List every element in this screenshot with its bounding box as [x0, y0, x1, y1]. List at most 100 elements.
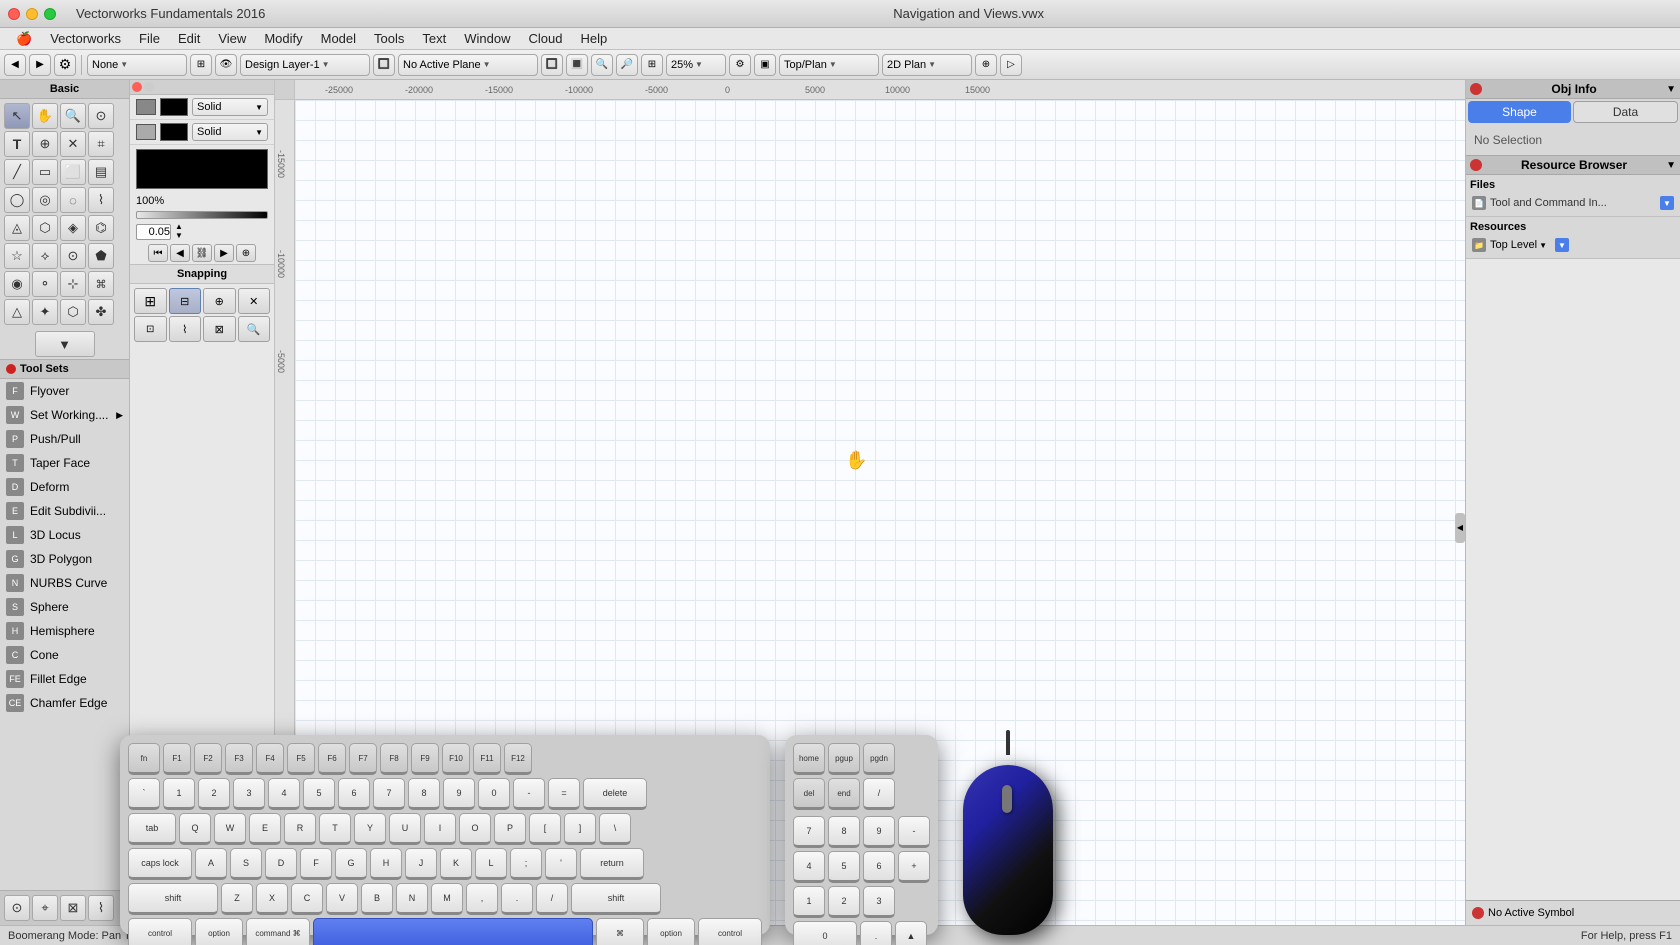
bottom-tool1[interactable]: ⊙: [4, 895, 30, 921]
fill-color[interactable]: [160, 98, 188, 116]
menu-edit[interactable]: Edit: [170, 29, 208, 48]
layer-vis-button[interactable]: 👁: [215, 54, 237, 76]
menu-tools[interactable]: Tools: [366, 29, 412, 48]
toolset-flyover[interactable]: F Flyover: [0, 379, 129, 403]
key-7[interactable]: 7: [373, 778, 405, 810]
np-slash[interactable]: /: [863, 778, 895, 810]
key-rbracket[interactable]: ]: [564, 813, 596, 845]
key-lctrl[interactable]: control: [128, 918, 192, 945]
arc-tool[interactable]: ◌: [60, 187, 86, 213]
menu-window[interactable]: Window: [456, 29, 518, 48]
more-tool2[interactable]: ✦: [32, 299, 58, 325]
pan-tool[interactable]: ✋: [32, 103, 58, 129]
key-backtick[interactable]: `: [128, 778, 160, 810]
key-n[interactable]: N: [396, 883, 428, 915]
key-8[interactable]: 8: [408, 778, 440, 810]
selection-tool[interactable]: ↖: [4, 103, 30, 129]
key-c[interactable]: C: [291, 883, 323, 915]
expand-icon[interactable]: ▼: [1666, 84, 1676, 95]
key-f3[interactable]: F3: [225, 743, 253, 775]
key-quote[interactable]: ': [545, 848, 577, 880]
more-btn1[interactable]: ⊕: [975, 54, 997, 76]
toolset-push-pull[interactable]: P Push/Pull: [0, 427, 129, 451]
key-rcmd[interactable]: ⌘: [596, 918, 644, 945]
thickness-up[interactable]: ▲: [175, 223, 183, 231]
menu-help[interactable]: Help: [572, 29, 615, 48]
toolset-nurbs-curve[interactable]: N NURBS Curve: [0, 571, 129, 595]
key-rctrl[interactable]: control: [698, 918, 762, 945]
playback-prev[interactable]: ◀: [170, 244, 190, 262]
np-pgdn[interactable]: pgdn: [863, 743, 895, 775]
thickness-stepper[interactable]: ▲ ▼: [175, 223, 183, 240]
ellipse-tool[interactable]: ◎: [32, 187, 58, 213]
key-i[interactable]: I: [424, 813, 456, 845]
key-y[interactable]: Y: [354, 813, 386, 845]
none-dropdown[interactable]: None ▼: [87, 54, 187, 76]
snap-btn7[interactable]: ⊠: [203, 316, 236, 342]
key-lalt[interactable]: option: [195, 918, 243, 945]
key-f1[interactable]: F1: [163, 743, 191, 775]
key-d[interactable]: D: [265, 848, 297, 880]
fill-style-dropdown[interactable]: Solid ▼: [192, 98, 268, 116]
eyedrop-tool[interactable]: ⌗: [88, 131, 114, 157]
layer-dropdown[interactable]: Design Layer-1 ▼: [240, 54, 370, 76]
toolset-chamfer-edge[interactable]: CE Chamfer Edge: [0, 691, 129, 715]
snap-obj-btn[interactable]: ⊟: [169, 288, 202, 314]
np-6[interactable]: 6: [863, 851, 895, 883]
playback-next[interactable]: ▶: [214, 244, 234, 262]
panel-resize-handle[interactable]: ◀: [1455, 513, 1465, 543]
more-tool1[interactable]: △: [4, 299, 30, 325]
thickness-down[interactable]: ▼: [175, 232, 183, 240]
toolset-deform[interactable]: D Deform: [0, 475, 129, 499]
key-return[interactable]: return: [580, 848, 644, 880]
playback-first[interactable]: ⏮: [148, 244, 168, 262]
toolset-sphere[interactable]: S Sphere: [0, 595, 129, 619]
more-btn2[interactable]: ▷: [1000, 54, 1022, 76]
menu-apple[interactable]: 🍎: [8, 29, 40, 49]
rect-tool[interactable]: ▭: [32, 159, 58, 185]
key-x[interactable]: X: [256, 883, 288, 915]
key-g[interactable]: G: [335, 848, 367, 880]
view-btn2[interactable]: 🔳: [566, 54, 588, 76]
key-f11[interactable]: F11: [473, 743, 501, 775]
toolset-cone[interactable]: C Cone: [0, 643, 129, 667]
nav-back-button[interactable]: ◀: [4, 54, 26, 76]
fit-to-page-button[interactable]: ⊞: [641, 54, 663, 76]
menu-model[interactable]: Model: [313, 29, 364, 48]
key-b[interactable]: B: [361, 883, 393, 915]
rb-resource-options[interactable]: ▼: [1555, 238, 1569, 252]
np-5[interactable]: 5: [828, 851, 860, 883]
np-end[interactable]: end: [828, 778, 860, 810]
bottom-tool4[interactable]: ⌇: [88, 895, 114, 921]
key-6[interactable]: 6: [338, 778, 370, 810]
key-semicolon[interactable]: ;: [510, 848, 542, 880]
menu-modify[interactable]: Modify: [256, 29, 310, 48]
dimension-tool[interactable]: ⊙: [60, 243, 86, 269]
np-pgup[interactable]: pgup: [828, 743, 860, 775]
tab-shape[interactable]: Shape: [1468, 101, 1571, 123]
key-l[interactable]: L: [475, 848, 507, 880]
render-btn2[interactable]: ▣: [754, 54, 776, 76]
np-3[interactable]: 3: [863, 886, 895, 918]
view-btn1[interactable]: 🔲: [541, 54, 563, 76]
key-e[interactable]: E: [249, 813, 281, 845]
key-lshift[interactable]: shift: [128, 883, 218, 915]
toolset-set-working[interactable]: W Set Working.... ▶: [0, 403, 129, 427]
key-v[interactable]: V: [326, 883, 358, 915]
key-z[interactable]: Z: [221, 883, 253, 915]
np-8[interactable]: 8: [828, 816, 860, 848]
key-o[interactable]: O: [459, 813, 491, 845]
pattern-tool[interactable]: ⚬: [32, 271, 58, 297]
key-1[interactable]: 1: [163, 778, 195, 810]
top-level-dropdown[interactable]: Top Level ▼: [1490, 239, 1547, 251]
key-k[interactable]: K: [440, 848, 472, 880]
toolset-hemisphere[interactable]: H Hemisphere: [0, 619, 129, 643]
symbol-tool[interactable]: ⬟: [88, 243, 114, 269]
snap-disable-btn[interactable]: ✕: [238, 288, 271, 314]
key-f8[interactable]: F8: [380, 743, 408, 775]
text-tool[interactable]: T: [4, 131, 30, 157]
spiral-tool[interactable]: ◈: [60, 215, 86, 241]
minimize-button[interactable]: [26, 8, 38, 20]
thickness-input[interactable]: [136, 224, 171, 240]
key-3[interactable]: 3: [233, 778, 265, 810]
